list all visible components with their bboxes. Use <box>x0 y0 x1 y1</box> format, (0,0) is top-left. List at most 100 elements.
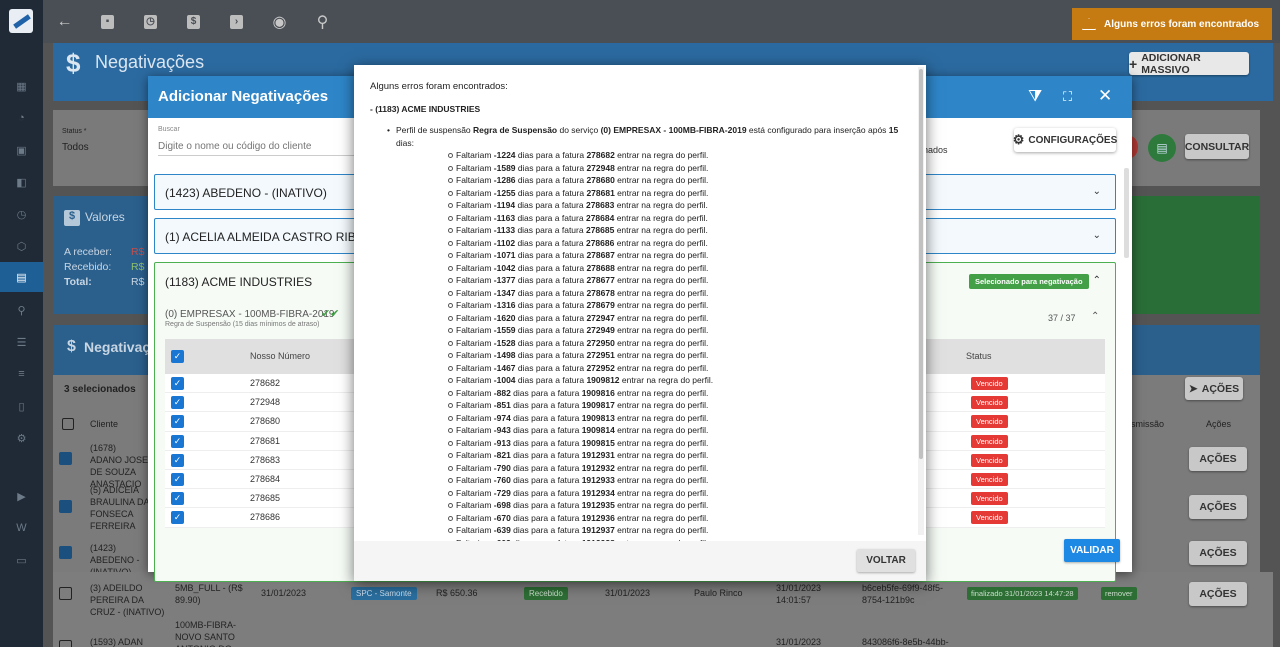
chat-icon[interactable]: ▭ <box>0 545 43 575</box>
chevron-up-icon[interactable]: ⌃ <box>1091 311 1099 322</box>
contact-card-icon[interactable]: ▣ <box>0 135 43 165</box>
wordpress-icon[interactable]: W <box>0 513 43 543</box>
excel-export-icon[interactable]: ▤ <box>1148 134 1176 162</box>
error-toast[interactable]: Alguns erros foram encontrados <box>1072 8 1272 40</box>
row-acoes-button[interactable]: AÇÕES <box>1189 582 1247 606</box>
error-line-part: Faltariam <box>456 275 494 285</box>
error-dialog: Alguns erros foram encontrados: - (1183)… <box>354 65 926 581</box>
validar-button[interactable]: VALIDAR <box>1064 539 1120 562</box>
row-checkbox[interactable] <box>59 546 72 559</box>
select-all-checkbox[interactable]: ✓ <box>171 350 184 363</box>
list-icon[interactable]: ☰ <box>0 327 43 357</box>
voltar-button[interactable]: VOLTAR <box>857 549 915 572</box>
back-arrow-icon[interactable]: ← <box>43 0 86 43</box>
fullscreen-icon[interactable]: ⛶ <box>1063 89 1072 105</box>
box-icon[interactable]: ⬡ <box>0 231 43 261</box>
row-acoes-button[interactable]: AÇÕES <box>1189 541 1247 565</box>
chevron-up-icon[interactable]: ⌃ <box>1093 275 1101 286</box>
row-checkbox[interactable] <box>59 640 72 647</box>
col-nosso-numero: Nosso Número <box>250 351 311 361</box>
search-input[interactable] <box>158 138 358 156</box>
error-line: Faltariam -1467 dias para a fatura 27295… <box>448 362 900 375</box>
settings-icon[interactable]: ⚙ <box>0 423 43 453</box>
error-line-part: -1042 <box>493 262 516 273</box>
error-line-part: Faltariam <box>456 187 494 198</box>
chart-icon[interactable]: ◧ <box>0 167 43 197</box>
pie-chart-icon[interactable]: ◔ <box>0 103 43 133</box>
status-select[interactable]: Todos <box>62 142 89 153</box>
consultar-button[interactable]: CONSULTAR <box>1185 134 1249 159</box>
bg-row-status-badge: Recebido <box>524 587 568 600</box>
error-line-part: 278678 <box>586 287 615 298</box>
chevron-down-icon[interactable]: ⌄ <box>1093 186 1101 197</box>
error-line-part: Faltariam <box>456 212 494 223</box>
modal-scrollbar[interactable] <box>1124 168 1129 258</box>
app-logo[interactable] <box>9 9 33 33</box>
calendar-clock-icon[interactable]: ◷ <box>129 0 172 43</box>
server-icon[interactable]: ≡ <box>0 359 43 389</box>
error-line-part: -1004 <box>493 375 516 385</box>
error-line-part: -1467 <box>493 362 516 373</box>
billing-icon[interactable]: ▤ <box>0 262 43 292</box>
modal-title: Adicionar Negativações <box>158 88 329 105</box>
configuracoes-label: CONFIGURAÇÕES <box>1028 134 1118 146</box>
dialog-scrollbar[interactable] <box>918 67 924 535</box>
document-icon[interactable]: ▯ <box>0 391 43 421</box>
row-checkbox[interactable]: ✓ <box>171 434 184 448</box>
row-acoes-button[interactable]: AÇÕES <box>1189 495 1247 519</box>
error-line-part: dias para a fatura <box>515 350 587 360</box>
col-status: Status <box>966 351 992 361</box>
row-checkbox[interactable]: ✓ <box>171 492 184 506</box>
status-badge: Vencido <box>971 415 1008 429</box>
error-client: - (1183) ACME INDUSTRIES <box>370 103 481 114</box>
chevron-down-icon[interactable]: ⌄ <box>1093 230 1101 241</box>
acoes-bulk-button[interactable]: ➤ AÇÕES <box>1185 377 1243 400</box>
row-checkbox[interactable]: ✓ <box>171 472 184 486</box>
error-line-part: dias para a fatura <box>510 425 582 435</box>
row-checkbox[interactable] <box>59 587 72 600</box>
error-line-part: entrar na regra do perfil. <box>614 162 709 173</box>
row-checkbox[interactable] <box>59 452 72 465</box>
scrollbar-thumb[interactable] <box>919 69 923 459</box>
close-icon[interactable]: ✕ <box>1098 86 1112 106</box>
location-icon[interactable]: ⚲ <box>0 295 43 325</box>
dollar-icon[interactable]: $ <box>172 0 215 43</box>
bullet-icon: • <box>387 125 390 135</box>
double-check-icon: ✔✔ <box>321 308 340 320</box>
clear-filter-icon[interactable]: ⧩ <box>1028 88 1042 106</box>
error-line-part: entrar na regra do perfil. <box>614 225 708 235</box>
search-icon[interactable]: ⚲ <box>301 0 344 43</box>
error-line-part: dias para a fatura <box>510 500 582 510</box>
error-line-part: entrar na regra do perfil. <box>614 212 708 223</box>
row-checkbox[interactable]: ✓ <box>171 453 184 467</box>
eye-icon[interactable]: ◉ <box>258 0 301 43</box>
calendar-icon[interactable]: ◷ <box>0 199 43 229</box>
select-all-checkbox[interactable] <box>62 418 74 430</box>
dashboard-icon[interactable]: ▦ <box>0 71 43 101</box>
error-line-part: entrar na regra do perfil. <box>614 200 708 210</box>
row-checkbox[interactable]: ✓ <box>171 396 184 410</box>
row-checkbox[interactable]: ✓ <box>171 377 184 390</box>
row-checkbox[interactable] <box>59 500 72 513</box>
error-line-part: dias para a fatura <box>515 187 587 198</box>
terminal-icon[interactable]: › <box>215 0 258 43</box>
row-acoes-button[interactable]: AÇÕES <box>1189 447 1247 471</box>
error-line: Faltariam -670 dias para a fatura 191293… <box>448 512 900 525</box>
status-badge: Vencido <box>971 396 1008 410</box>
error-line-part: Faltariam <box>456 312 494 323</box>
configuracoes-button[interactable]: ⚙ CONFIGURAÇÕES <box>1013 128 1118 152</box>
row-checkbox[interactable]: ✓ <box>171 511 184 525</box>
bg-row-remover-badge[interactable]: remover <box>1101 587 1137 600</box>
user-card-icon[interactable]: ▪ <box>86 0 129 43</box>
row-checkbox[interactable]: ✓ <box>171 415 184 429</box>
error-line-part: entrar na regra do perfil. <box>614 400 709 410</box>
error-line-part: entrar na regra do perfil. <box>614 300 709 310</box>
accordion-label[interactable]: (1183) ACME INDUSTRIES <box>165 275 312 289</box>
error-line-part: -943 <box>493 425 511 435</box>
add-massivo-button[interactable]: + ADICIONAR MASSIVO <box>1129 52 1249 76</box>
error-line-part: -639 <box>493 525 511 535</box>
error-line-part: dias para a fatura <box>515 275 587 285</box>
error-line-part: dias para a fatura <box>510 387 582 398</box>
video-icon[interactable]: ▶ <box>0 481 43 511</box>
error-content: Alguns erros foram encontrados: - (1183)… <box>354 65 916 541</box>
